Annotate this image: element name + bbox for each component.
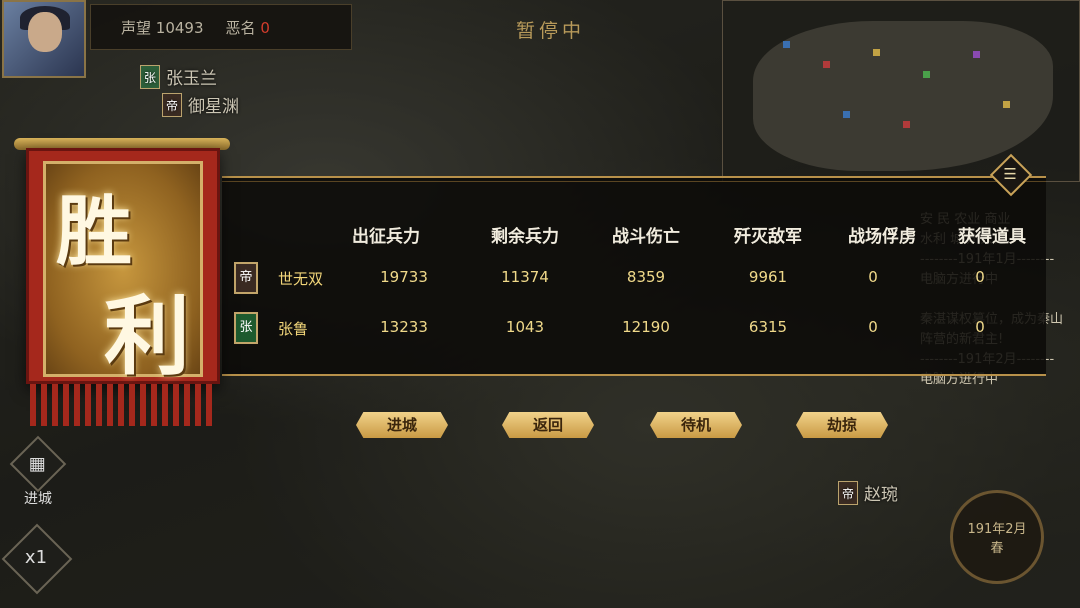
banner-fringe [30,384,216,426]
portrait-face [28,12,62,52]
minimap-land [753,21,1053,171]
infamy-label: 恶名 [225,18,256,37]
minimap-city-marker [903,121,910,128]
plunder-button[interactable]: 劫掠 [796,412,888,438]
paused-indicator: 暂停中 [516,20,586,42]
header-troops-sent: 出征兵力 [352,227,420,247]
enemies-annihilated-value: 6315 [748,318,788,336]
enemies-annihilated-value: 9961 [748,268,788,286]
casualties-value: 12190 [622,318,670,336]
city-icon: ▦ [9,435,67,493]
items-value: 0 [975,268,985,286]
troops-sent-value: 19733 [380,268,428,286]
header-prisoners: 战场俘虏 [848,227,916,247]
infamy-stat: 恶名 0 [226,17,270,38]
map-unit[interactable]: 张 张玉兰 [140,64,217,89]
map-unit[interactable]: 帝 御星渊 [162,92,239,117]
banner-emblem: 胜 利 [43,161,203,387]
minimap-city-marker [823,61,830,68]
header-troops-remaining: 剩余兵力 [491,227,559,247]
prestige-value: 10493 [155,18,204,37]
status-bar: 声望 10493 恶名 0 [90,4,352,50]
infamy-value: 0 [260,18,270,37]
prisoners-value: 0 [868,318,878,336]
game-speed-label: x1 [24,546,48,568]
current-date: 191年2月 [967,522,1027,537]
minimap-city-marker [843,111,850,118]
unit-name: 张玉兰 [166,69,217,89]
unit-name: 赵琬 [864,485,898,505]
unit-flag: 帝 [162,92,182,117]
header-enemies-annihilated: 歼灭敌军 [734,227,802,247]
current-season: 春 [990,541,1004,556]
enter-city-button[interactable]: 进城 [356,412,448,438]
faction-flag: 张 [234,312,258,344]
minimap-city-marker [923,71,930,78]
prestige-stat: 声望 10493 [121,17,204,38]
casualties-value: 8359 [626,268,666,286]
map-unit[interactable]: 帝 赵琬 [838,480,898,505]
items-value: 0 [975,318,985,336]
return-button[interactable]: 返回 [502,412,594,438]
troops-remaining-value: 1043 [505,318,545,336]
minimap-city-marker [873,49,880,56]
prestige-label: 声望 [121,18,152,37]
result-row: 张 张鲁 13233 1043 12190 6315 0 0 [234,312,1034,346]
result-row: 帝 世无双 19733 11374 8359 9961 0 0 [234,262,1034,296]
ruler-portrait[interactable] [2,0,86,78]
troops-sent-value: 13233 [380,318,428,336]
commander-name: 张鲁 [278,320,309,338]
enter-city-shortcut-button[interactable]: ▦ 进城 [8,435,68,518]
unit-flag: 帝 [838,480,858,505]
troops-remaining-value: 11374 [501,268,549,286]
date-badge[interactable]: 191年2月 春 [950,490,1044,584]
unit-name: 御星渊 [188,97,239,117]
minimap-city-marker [1003,101,1010,108]
victory-char-bottom: 利 [104,286,190,387]
standby-button[interactable]: 待机 [650,412,742,438]
minimap-city-marker [783,41,790,48]
victory-char-top: 胜 [56,187,132,276]
commander-name: 世无双 [278,270,324,288]
result-table-header: 出征兵力 剩余兵力 战斗伤亡 歼灭敌军 战场俘虏 获得道具 [340,222,1040,247]
victory-banner: 胜 利 [26,148,220,387]
faction-flag: 帝 [234,262,258,294]
minimap[interactable] [722,0,1080,182]
header-casualties: 战斗伤亡 [612,227,680,247]
unit-flag: 张 [140,64,160,89]
prisoners-value: 0 [868,268,878,286]
header-items-obtained: 获得道具 [958,227,1026,247]
minimap-city-marker [973,51,980,58]
